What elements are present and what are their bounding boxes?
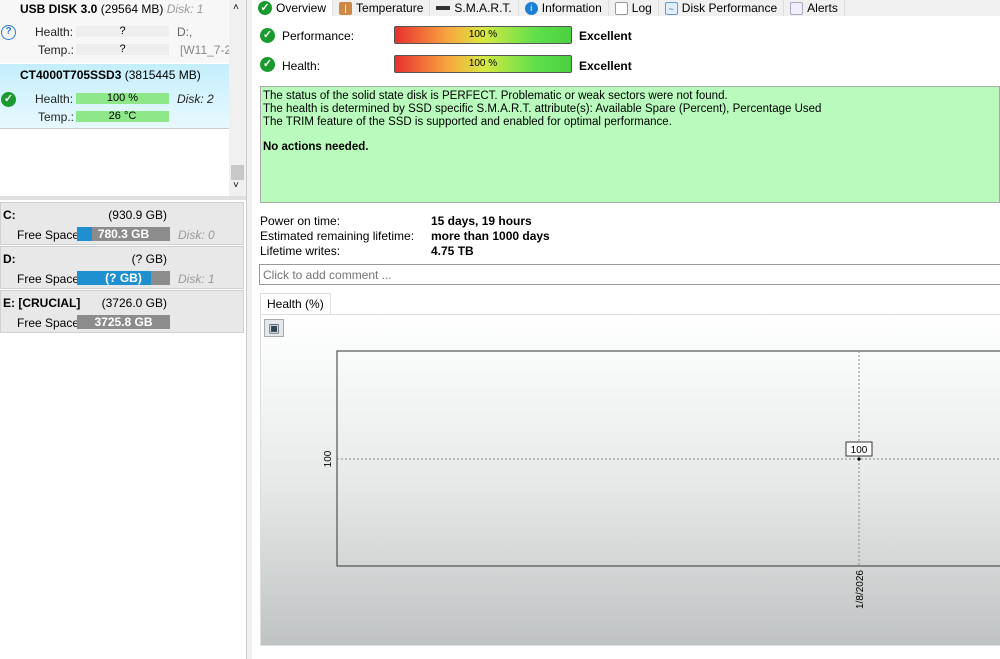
- disk-number: Disk: 2: [177, 92, 214, 106]
- tab-disk-performance[interactable]: ~ Disk Performance: [658, 0, 785, 16]
- free-space-label: Free Space: [17, 316, 80, 330]
- overview-panel: ✓ Performance: 100 % Excellent ✓ Health:…: [252, 16, 1000, 659]
- volume-size: (? GB): [131, 252, 167, 266]
- health-value: 100 %: [76, 93, 169, 104]
- temp-value: ?: [76, 44, 169, 55]
- free-space-bar: 3725.8 GB: [77, 315, 170, 329]
- info-icon: i: [524, 1, 538, 15]
- comment-input[interactable]: [259, 264, 1000, 285]
- health-chart: 100 100 1/8/2026: [323, 350, 1000, 609]
- disk-number: Disk: 1: [166, 2, 204, 16]
- free-space-value: 3725.8 GB: [94, 315, 153, 329]
- power-on-label: Power on time:: [260, 214, 341, 228]
- volume-label: [W11_7-2: [180, 43, 232, 57]
- status-message: The health is determined by SSD specific…: [263, 103, 822, 115]
- check-icon: ✓: [260, 28, 275, 43]
- performance-label: Performance:: [282, 29, 355, 43]
- data-label: 100: [851, 445, 868, 456]
- drive-icon: [436, 6, 451, 10]
- disk-name: USB DISK 3.0: [20, 2, 98, 16]
- free-space-label: Free Space: [17, 272, 80, 286]
- chart-area: ▣ 100 100 1/8/2026: [260, 314, 1000, 646]
- check-icon: ✓: [1, 92, 16, 107]
- tab-label: Temperature: [356, 1, 424, 15]
- free-space-bar: (? GB): [77, 271, 170, 285]
- performance-bar: 100 %: [394, 26, 572, 44]
- tab-label: Information: [541, 1, 602, 15]
- temp-label: Temp.:: [38, 110, 75, 124]
- tab-alerts[interactable]: Alerts: [784, 0, 845, 16]
- tab-label: S.M.A.R.T.: [454, 1, 512, 15]
- disk-number: Disk: 1: [178, 272, 215, 286]
- disk-name: CT4000T705SSD3: [20, 68, 122, 82]
- free-space-value: (? GB): [105, 271, 142, 285]
- document-icon: [614, 1, 628, 15]
- tab-temperature[interactable]: | Temperature: [333, 0, 431, 16]
- scroll-down-icon[interactable]: ˅: [233, 180, 239, 191]
- volume-name: E: [CRUCIAL]: [3, 296, 81, 310]
- volume-name: C:: [3, 208, 16, 222]
- volume-item-d[interactable]: D: (? GB) Free Space (? GB) Disk: 1: [0, 246, 244, 289]
- volume-size: (930.9 GB): [108, 208, 167, 222]
- free-space-value: 780.3 GB: [97, 227, 150, 241]
- check-icon: ✓: [258, 1, 272, 15]
- drive-letters: D:,: [177, 25, 193, 39]
- y-tick-label: 100: [323, 450, 334, 467]
- tab-information[interactable]: i Information: [518, 0, 609, 16]
- alerts-icon: [790, 1, 804, 15]
- disk-list-scrollbar[interactable]: ˄ ˅: [229, 0, 246, 196]
- tab-smart[interactable]: S.M.A.R.T.: [430, 0, 519, 16]
- temp-value: 26 °C: [76, 111, 169, 122]
- tab-log[interactable]: Log: [608, 0, 659, 16]
- tab-label: Overview: [276, 1, 327, 15]
- status-message: The status of the solid state disk is PE…: [263, 90, 728, 102]
- health-value: ?: [76, 26, 169, 37]
- chart-tab-health[interactable]: Health (%): [260, 293, 331, 315]
- writes-value: 4.75 TB: [431, 244, 474, 258]
- plot-frame: [336, 350, 1000, 567]
- splitter[interactable]: [0, 196, 246, 200]
- scroll-up-icon[interactable]: ˄: [233, 2, 239, 13]
- chart-icon: ~: [664, 1, 678, 15]
- x-tick-label: 1/8/2026: [855, 570, 866, 609]
- data-point: [857, 457, 861, 461]
- action-message: No actions needed.: [263, 141, 369, 153]
- disk-number: Disk: 0: [178, 228, 215, 242]
- scroll-thumb[interactable]: [231, 165, 244, 180]
- status-message-box: The status of the solid state disk is PE…: [260, 86, 1000, 203]
- disk-item-ct4000[interactable]: CT4000T705SSD3 (3815445 MB) ✓ Health: 10…: [0, 64, 229, 129]
- volume-item-c[interactable]: C: (930.9 GB) Free Space 780.3 GB Disk: 0: [0, 202, 244, 245]
- performance-rating: Excellent: [579, 29, 632, 43]
- tab-label: Disk Performance: [681, 1, 778, 15]
- health-label: Health:: [35, 25, 74, 39]
- tab-overview[interactable]: ✓ Overview: [252, 0, 334, 16]
- disk-size: (29564 MB): [100, 2, 164, 16]
- disk-size: (3815445 MB): [124, 68, 201, 82]
- thermometer-icon: |: [339, 1, 353, 15]
- lifetime-value: more than 1000 days: [431, 229, 550, 243]
- writes-label: Lifetime writes:: [260, 244, 341, 258]
- health-bar: 100 %: [394, 55, 572, 73]
- free-space-label: Free Space: [17, 228, 80, 242]
- volume-size: (3726.0 GB): [101, 296, 167, 310]
- volume-name: D:: [3, 252, 16, 266]
- tab-label: Log: [631, 1, 652, 15]
- free-space-bar: 780.3 GB: [77, 227, 170, 241]
- health-label: Health:: [35, 92, 74, 106]
- volume-item-e[interactable]: E: [CRUCIAL] (3726.0 GB) Free Space 3725.…: [0, 290, 244, 333]
- health-rating: Excellent: [579, 59, 632, 73]
- tab-label: Alerts: [807, 1, 838, 15]
- disk-item-usb[interactable]: USB DISK 3.0 (29564 MB) Disk: 1 ? Health…: [0, 0, 232, 63]
- lifetime-label: Estimated remaining lifetime:: [260, 229, 415, 243]
- check-icon: ✓: [260, 57, 275, 72]
- tab-bar: ✓ Overview | Temperature S.M.A.R.T. i Infor…: [252, 0, 845, 16]
- health-label: Health:: [282, 59, 321, 73]
- status-message: The TRIM feature of the SSD is supported…: [263, 116, 672, 128]
- temp-label: Temp.:: [38, 43, 75, 57]
- question-icon: ?: [1, 25, 16, 40]
- disk-list-panel: USB DISK 3.0 (29564 MB) Disk: 1 ? Health…: [0, 0, 247, 659]
- power-on-value: 15 days, 19 hours: [431, 214, 532, 228]
